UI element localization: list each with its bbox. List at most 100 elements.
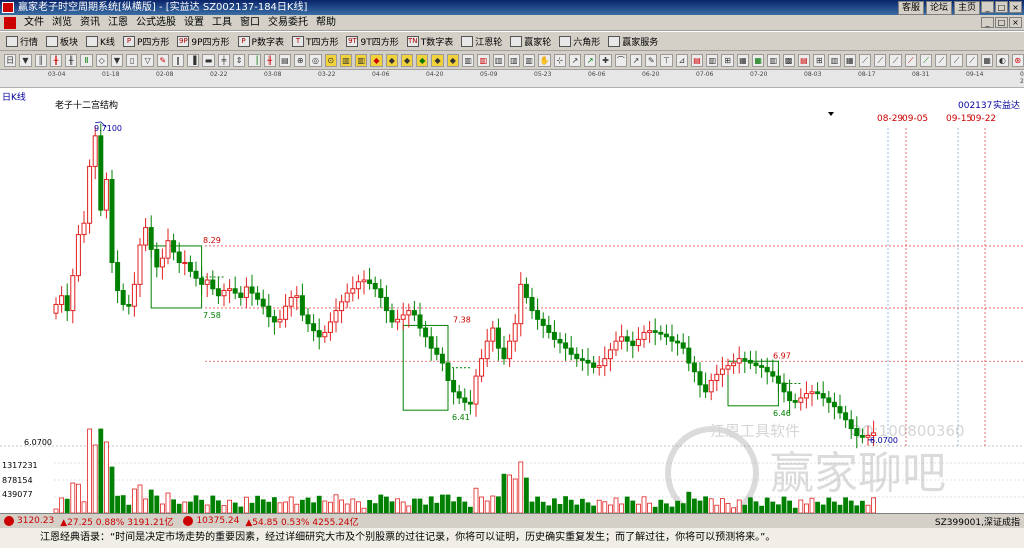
drawing-tool-icon-6[interactable]: ◇ (95, 53, 108, 67)
drawing-tool-icon-17[interactable]: ╫ (263, 53, 276, 67)
drawing-tool-icon-29[interactable]: ◆ (446, 53, 459, 67)
drawing-tool-icon-23[interactable]: ▥ (355, 53, 368, 67)
toolbar-button-4[interactable]: 9P 9P四方形 (175, 35, 231, 48)
drawing-tool-icon-9[interactable]: ▽ (141, 53, 154, 67)
drawing-tool-icon-51[interactable]: ▩ (782, 53, 795, 67)
drawing-tool-icon-39[interactable]: ✚ (599, 53, 612, 67)
drawing-tool-icon-27[interactable]: ◆ (416, 53, 429, 67)
drawing-tool-icon-1[interactable]: ▼ (19, 53, 32, 67)
toolbar-button-3[interactable]: P P四方形 (121, 35, 171, 48)
drawing-tool-icon-49[interactable]: ▦ (752, 53, 765, 67)
drawing-tool-icon-57[interactable]: ⟋ (874, 53, 887, 67)
menu-trade[interactable]: 交易委托 (264, 15, 312, 30)
drawing-tool-icon-66[interactable]: ⊛ (1011, 53, 1024, 67)
drawing-tool-icon-15[interactable]: ⇕ (232, 53, 246, 67)
drawing-tool-icon-3[interactable]: ╫ (49, 53, 63, 67)
drawing-tool-icon-21[interactable]: ⊙ (324, 53, 337, 67)
link-home[interactable]: 主页 (953, 1, 980, 15)
drawing-tool-icon-26[interactable]: ◆ (400, 53, 414, 67)
mdi-restore-button[interactable]: □ (995, 17, 1008, 28)
menu-window[interactable]: 窗口 (236, 15, 264, 30)
drawing-tool-icon-32[interactable]: ▥ (492, 53, 505, 67)
toolbar-button-8[interactable]: TN T数字表 (405, 35, 456, 48)
drawing-tool-icon-4[interactable]: ╫ (65, 53, 78, 67)
drawing-tool-icon-30[interactable]: ▥ (461, 53, 475, 67)
drawing-tool-icon-28[interactable]: ◆ (431, 53, 444, 67)
menu-settings[interactable]: 设置 (180, 15, 208, 30)
drawing-tool-icon-50[interactable]: ▥ (767, 53, 780, 67)
drawing-tool-icon-10[interactable]: ✎ (156, 53, 169, 67)
drawing-tool-icon-19[interactable]: ⊕ (294, 53, 307, 67)
toolbar-button-0[interactable]: 行情 (4, 35, 40, 48)
link-forum[interactable]: 论坛 (925, 1, 952, 15)
drawing-tool-icon-8[interactable]: ▯ (126, 53, 139, 67)
drawing-tool-icon-2[interactable]: ║ (34, 53, 47, 67)
drawing-tool-icon-47[interactable]: ⊞ (721, 53, 734, 67)
drawing-tool-icon-52[interactable]: ▤ (797, 53, 811, 67)
drawing-tool-icon-65[interactable]: ◐ (996, 53, 1009, 67)
drawing-tool-icon-5[interactable]: Ⅱ (80, 53, 93, 67)
menu-help[interactable]: 帮助 (312, 15, 340, 30)
drawing-tool-icon-35[interactable]: ✋ (538, 53, 551, 67)
drawing-tool-icon-44[interactable]: ⊿ (675, 53, 688, 67)
toolbar-button-5[interactable]: P P数字表 (236, 35, 286, 48)
drawing-tool-icon-0[interactable]: 日 (4, 53, 17, 67)
drawing-tool-icon-54[interactable]: ▥ (828, 53, 841, 67)
drawing-tool-icon-41[interactable]: ↗ (629, 53, 643, 67)
drawing-tool-icon-14[interactable]: ╪ (217, 53, 230, 67)
drawing-tool-icon-36[interactable]: ⊹ (553, 53, 566, 67)
menu-file[interactable]: 文件 (20, 15, 48, 30)
drawing-tool-icon-34[interactable]: ▥ (523, 53, 536, 67)
drawing-tool-icon-48[interactable]: ▦ (736, 53, 750, 67)
drawing-tool-icon-7[interactable]: ▼ (110, 53, 124, 67)
toolbar-button-2[interactable]: K线 (84, 35, 117, 48)
drawing-tool-icon-46[interactable]: ▥ (706, 53, 719, 67)
drawing-tool-icon-31[interactable]: ▥ (477, 53, 490, 67)
toolbar-button-10[interactable]: 赢家轮 (508, 35, 553, 48)
drawing-tool-icon-58[interactable]: ⟋ (889, 53, 902, 67)
toolbar-button-9[interactable]: 江恩轮 (459, 35, 504, 48)
drawing-tool-icon-37[interactable]: ↗ (568, 53, 582, 67)
drawing-tool-icon-22[interactable]: ▥ (339, 53, 353, 67)
drawing-tool-icon-42[interactable]: ✎ (645, 53, 658, 67)
drawing-tool-icon-33[interactable]: ▥ (507, 53, 521, 67)
drawing-tool-icon-53[interactable]: ⊞ (813, 53, 826, 67)
drawing-tool-icon-18[interactable]: ▤ (278, 53, 292, 67)
toolbar-button-1[interactable]: 板块 (44, 35, 80, 48)
drawing-tool-icon-24[interactable]: ◆ (370, 53, 383, 67)
drawing-tool-icon-59[interactable]: ⟋ (904, 53, 917, 67)
drawing-tool-icon-43[interactable]: ⊤ (660, 53, 673, 67)
toolbar-button-11[interactable]: 六角形 (557, 35, 602, 48)
close-button[interactable]: × (1009, 1, 1022, 13)
drawing-tool-icon-61[interactable]: ⟋ (935, 53, 948, 67)
drawing-tool-icon-38[interactable]: ↗ (584, 53, 597, 67)
drawing-tool-icon-11[interactable]: ‖ (171, 53, 185, 67)
drawing-tool-icon-56[interactable]: ⟋ (858, 53, 872, 67)
toolbar-button-7[interactable]: 9T 9T四方形 (344, 35, 400, 48)
drawing-tool-icon-13[interactable]: ▬ (202, 53, 215, 67)
drawing-tool-icon-45[interactable]: ▤ (690, 53, 704, 67)
maximize-button[interactable]: □ (995, 1, 1008, 13)
drawing-tool-icon-60[interactable]: ⟋ (919, 53, 933, 67)
drawing-tool-icon-20[interactable]: ◎ (309, 53, 322, 67)
drawing-tool-icon-40[interactable]: ⌒ (614, 53, 627, 67)
drawing-tool-icon-25[interactable]: ◆ (385, 53, 398, 67)
drawing-tool-icon-12[interactable]: ▐ (187, 53, 200, 67)
menu-formula[interactable]: 公式选股 (132, 15, 180, 30)
minimize-button[interactable]: _ (981, 1, 994, 13)
mdi-minimize-button[interactable]: _ (981, 17, 994, 28)
link-service[interactable]: 客服 (897, 1, 924, 15)
drawing-tool-icon-62[interactable]: ⟋ (950, 53, 963, 67)
drawing-tool-icon-16[interactable]: ▕ (248, 53, 261, 67)
drawing-tool-icon-55[interactable]: ▦ (843, 53, 856, 67)
mdi-close-button[interactable]: × (1009, 17, 1022, 28)
drawing-tool-icon-63[interactable]: ⟋ (965, 53, 978, 67)
drawing-tool-icon-64[interactable]: ▦ (981, 53, 994, 67)
toolbar-button-6[interactable]: T T四方形 (290, 35, 341, 48)
menu-news[interactable]: 资讯 (76, 15, 104, 30)
menu-browse[interactable]: 浏览 (48, 15, 76, 30)
menu-tools[interactable]: 工具 (208, 15, 236, 30)
candlestick-chart[interactable]: 赢家聊吧 江恩工具软件 QQ:100800360 日K线 老子十二宫结构 002… (0, 88, 1024, 513)
menu-gann[interactable]: 江恩 (104, 15, 132, 30)
toolbar-button-12[interactable]: 赢家服务 (606, 35, 660, 48)
